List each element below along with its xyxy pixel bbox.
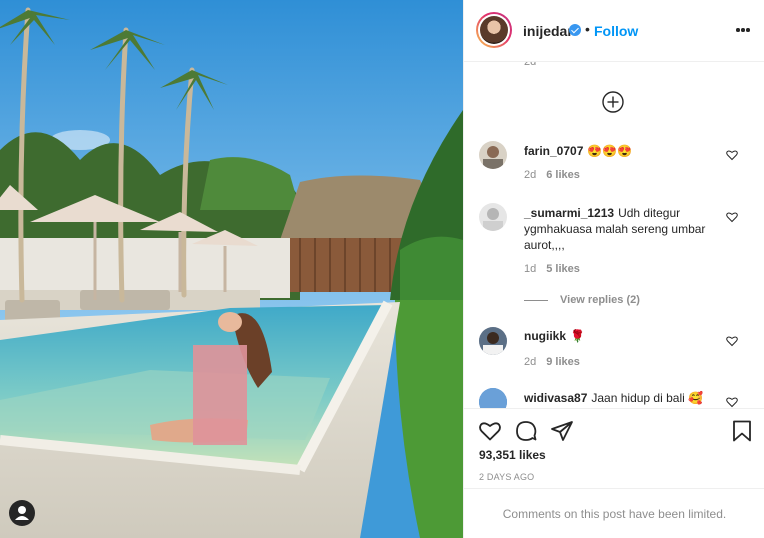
post-photo[interactable] (0, 0, 463, 538)
user-tag-button[interactable] (9, 500, 35, 526)
comment-username[interactable]: nugiikk (524, 329, 566, 343)
share-icon[interactable] (550, 419, 574, 443)
commenter-avatar-image (479, 388, 507, 408)
comment-time: 2d (524, 356, 537, 368)
comment-username[interactable]: _sumarmi_1213 (524, 206, 614, 220)
separator-dot: • (585, 21, 590, 37)
likes-count[interactable]: 93,351 likes (479, 448, 546, 462)
post-timestamp[interactable]: 2 DAYS AGO (479, 472, 534, 482)
bookmark-icon[interactable] (730, 419, 754, 443)
comment-likes[interactable]: 6 likes (546, 169, 580, 181)
author-avatar[interactable] (476, 12, 512, 48)
post-header: inijedar • Follow (464, 0, 764, 62)
comment-username[interactable]: farin_0707 (524, 144, 583, 158)
commenter-avatar-image (483, 208, 503, 231)
commenter-avatar-image (479, 327, 507, 355)
more-icon[interactable] (736, 28, 750, 32)
comment-time: 1d (524, 263, 537, 275)
comment-time: 2d (524, 62, 537, 68)
commenter-avatar[interactable] (479, 327, 507, 355)
comment-likes[interactable]: 9 likes (546, 356, 580, 368)
view-replies-button[interactable]: View replies (2) (524, 294, 640, 306)
commenter-avatar-image (483, 146, 503, 169)
comments-limited-notice: Comments on this post have been limited. (464, 488, 764, 538)
commenter-avatar[interactable] (479, 388, 507, 408)
view-replies-label: View replies (2) (560, 294, 640, 306)
comment-time: 2d (524, 169, 537, 181)
heart-icon[interactable] (726, 335, 738, 347)
comment-username[interactable]: widivasa87 (524, 391, 587, 405)
author-avatar-image (480, 16, 508, 44)
add-circle-icon (602, 91, 624, 113)
heart-icon[interactable] (726, 396, 738, 408)
verified-badge-icon (569, 24, 581, 36)
commenter-avatar[interactable] (479, 203, 507, 231)
heart-icon[interactable] (478, 419, 502, 443)
pool-scene-image (0, 0, 463, 538)
user-tag-icon (15, 506, 29, 520)
comment-text: 🌹 (570, 329, 585, 343)
comment-likes[interactable]: 5 likes (546, 263, 580, 275)
post-side-panel: inijedar • Follow 2d farin_0707 😍😍😍 2d 6… (463, 0, 764, 538)
replies-divider (524, 299, 548, 301)
post-actions-bar (464, 408, 764, 450)
commenter-avatar[interactable] (479, 141, 507, 169)
load-more-comments-button[interactable] (602, 91, 624, 113)
comment-text: 😍😍😍 (587, 144, 633, 158)
comment-text: Jaan hidup di bali 🥰 (591, 391, 704, 405)
comment-icon[interactable] (514, 419, 538, 443)
heart-icon[interactable] (726, 149, 738, 161)
follow-button[interactable]: Follow (594, 23, 638, 39)
comments-list[interactable]: 2d farin_0707 😍😍😍 2d 6 likes _sumarmi_12… (464, 62, 764, 408)
author-username[interactable]: inijedar (523, 23, 573, 39)
heart-icon[interactable] (726, 211, 738, 223)
